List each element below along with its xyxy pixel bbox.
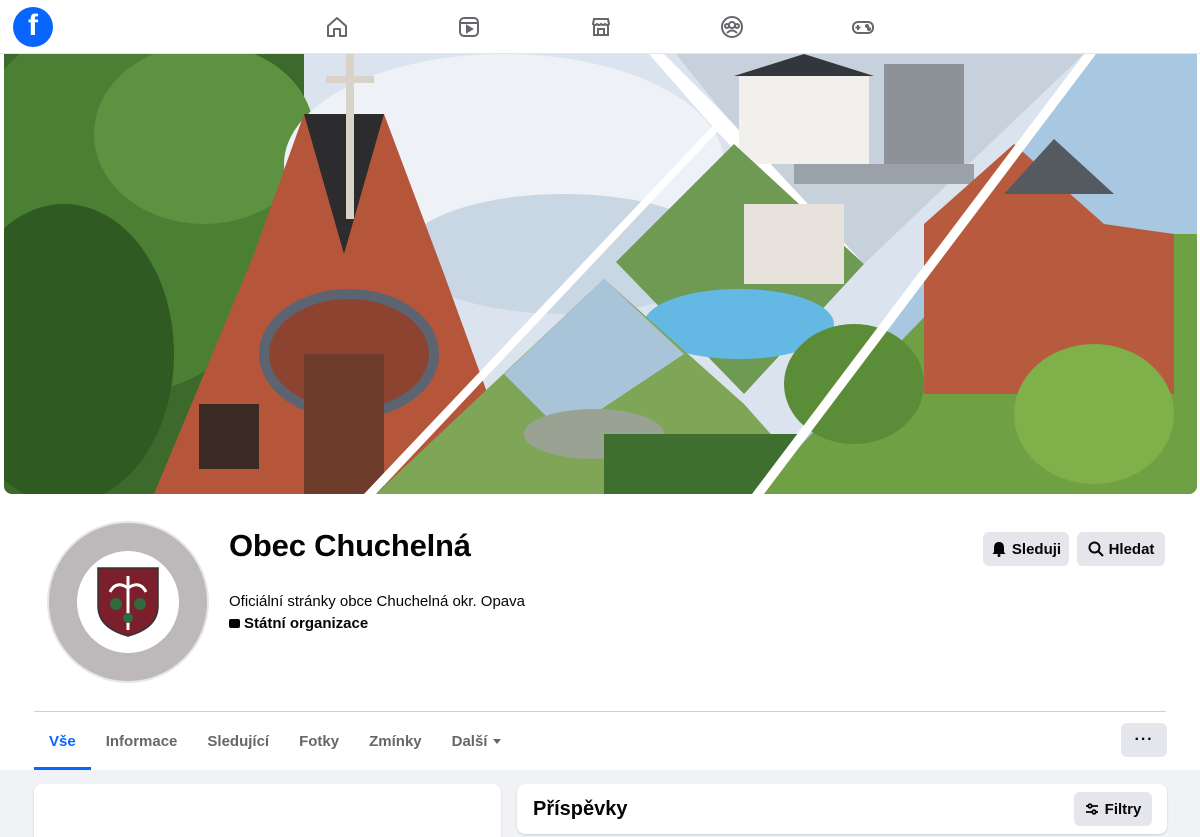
marketplace-icon[interactable] [587, 13, 615, 41]
tab-photos[interactable]: Fotky [284, 712, 354, 770]
briefcase-icon [229, 619, 240, 628]
tab-about[interactable]: Informace [91, 712, 193, 770]
tab-mentions[interactable]: Zmínky [354, 712, 437, 770]
video-icon[interactable] [455, 13, 483, 41]
groups-icon[interactable] [718, 13, 746, 41]
coat-of-arms-icon [97, 567, 159, 637]
search-button[interactable]: Hledat [1077, 532, 1165, 566]
filters-button[interactable]: Filtry [1074, 792, 1152, 826]
tab-followers[interactable]: Sledující [192, 712, 284, 770]
search-icon [1088, 541, 1104, 557]
page-category: Státní organizace [229, 615, 368, 632]
profile-header: Obec Chuchelná Oficiální stránky obce Ch… [0, 494, 1200, 770]
cover-area [0, 54, 1200, 494]
intro-card [34, 784, 501, 837]
tab-more[interactable]: Další [437, 712, 517, 770]
page-title: Obec Chuchelná [229, 528, 471, 563]
top-navigation: f [0, 0, 1200, 54]
more-options-button[interactable]: ··· [1121, 723, 1167, 757]
gaming-icon[interactable] [849, 13, 877, 41]
avatar[interactable] [47, 521, 209, 683]
filter-sliders-icon [1085, 803, 1098, 815]
category-label: Státní organizace [244, 615, 369, 632]
bell-icon [992, 542, 1006, 557]
follow-button[interactable]: Sleduji [983, 532, 1069, 566]
cover-photo[interactable] [4, 54, 1197, 494]
page-description: Oficiální stránky obce Chuchelná okr. Op… [229, 593, 525, 610]
posts-title: Příspěvky [533, 798, 628, 820]
facebook-logo[interactable]: f [13, 7, 53, 47]
tab-all[interactable]: Vše [34, 712, 91, 770]
caret-down-icon [493, 738, 502, 744]
posts-card: Příspěvky Filtry [517, 784, 1167, 834]
avatar-inner [77, 551, 179, 653]
profile-tabs: Vše Informace Sledující Fotky Zmínky Dal… [34, 712, 516, 770]
home-icon[interactable] [323, 13, 351, 41]
